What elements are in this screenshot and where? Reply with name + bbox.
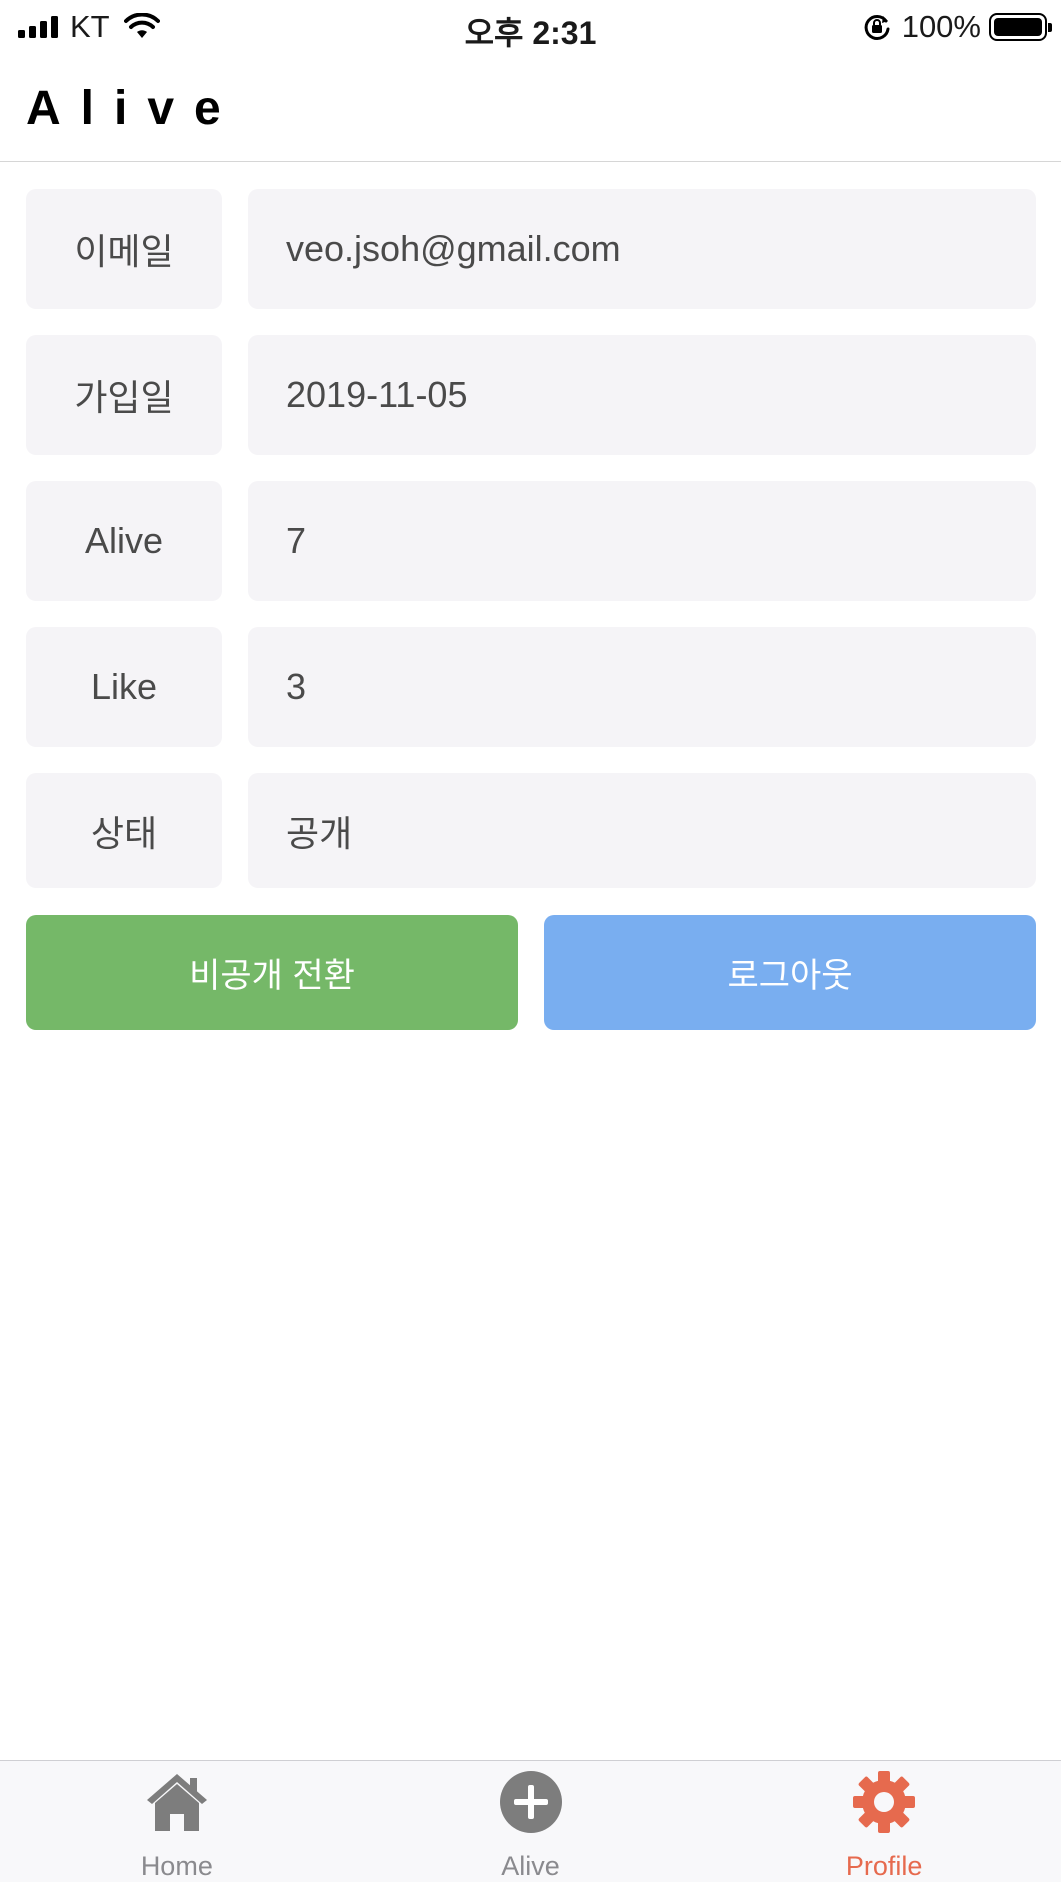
battery-percent: 100%: [901, 9, 981, 44]
home-icon: [146, 1774, 207, 1831]
tab-bar: Home Alive Profile: [0, 1760, 1061, 1882]
status-bar: KT 오후 2:31 100%: [0, 0, 1061, 54]
alive-count-label: Alive: [26, 481, 222, 601]
tab-home-label: Home: [140, 1851, 213, 1881]
battery-icon: [989, 13, 1052, 41]
logout-button[interactable]: 로그아웃: [544, 915, 1036, 1030]
info-row-join-date: 가입일 2019-11-05: [26, 335, 1036, 455]
info-row-email: 이메일 veo.jsoh@gmail.com: [26, 189, 1036, 309]
status-value: 공개: [248, 773, 1036, 888]
email-label: 이메일: [26, 189, 222, 309]
app-title: Alive: [26, 82, 241, 135]
profile-info-list: 이메일 veo.jsoh@gmail.com 가입일 2019-11-05 Al…: [26, 189, 1036, 914]
profile-screen: KT 오후 2:31 100% Alive 이메일 veo.jsoh@gmail…: [0, 0, 1061, 1882]
action-buttons: 비공개 전환 로그아웃: [26, 915, 1036, 1030]
status-bar-right: 100%: [862, 9, 1052, 44]
toggle-private-button[interactable]: 비공개 전환: [26, 915, 518, 1030]
info-row-like: Like 3: [26, 627, 1036, 747]
tab-alive[interactable]: Alive: [354, 1761, 708, 1882]
rotation-lock-icon: [864, 14, 890, 40]
gear-icon: [853, 1771, 916, 1833]
like-count-label: Like: [26, 627, 222, 747]
app-header: Alive: [0, 54, 1061, 162]
join-date-value: 2019-11-05: [248, 335, 1036, 455]
like-count-value: 3: [248, 627, 1036, 747]
tab-profile[interactable]: Profile: [707, 1761, 1061, 1882]
plus-circle-icon: [499, 1771, 562, 1833]
join-date-label: 가입일: [26, 335, 222, 455]
tab-profile-label: Profile: [845, 1851, 923, 1881]
status-label: 상태: [26, 773, 222, 888]
tab-home[interactable]: Home: [0, 1761, 354, 1882]
info-row-status: 상태 공개: [26, 773, 1036, 888]
tab-alive-label: Alive: [501, 1851, 560, 1881]
email-value: veo.jsoh@gmail.com: [248, 189, 1036, 309]
alive-count-value: 7: [248, 481, 1036, 601]
info-row-alive: Alive 7: [26, 481, 1036, 601]
